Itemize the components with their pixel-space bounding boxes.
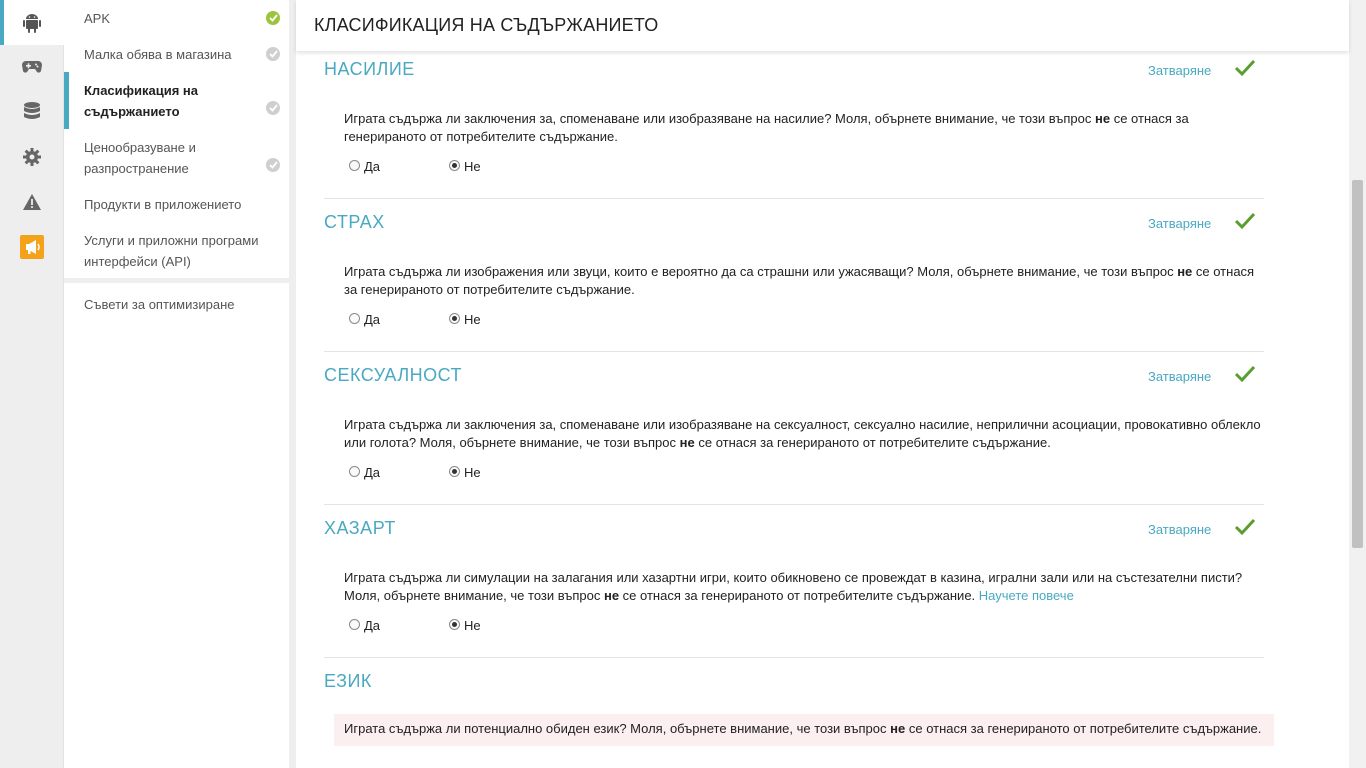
main-content: КЛАСИФИКАЦИЯ НА СЪДЪРЖАНИЕТО НАСИЛИЕ Зат… [296,0,1349,768]
rail-item-alerts[interactable] [0,179,64,224]
radio-circle[interactable] [449,313,460,324]
rail-item-services[interactable] [0,89,64,134]
sidebar-item-apk[interactable]: APK [64,0,289,36]
radio-no[interactable]: Не [449,618,481,633]
nav-group: APK Малка обява в магазина Класификация … [64,0,289,283]
radio-circle[interactable] [449,619,460,630]
collapse-link[interactable]: Затваряне [1148,369,1211,384]
section-title: СТРАХ [324,212,385,232]
question-text: Играта съдържа ли симулации на залагания… [344,570,1243,603]
section-gambling: ХАЗАРТ Затваряне Играта съдържа ли симул… [324,505,1264,658]
sidebar-item-store-listing[interactable]: Малка обява в магазина [64,36,289,72]
question-text: Играта съдържа ли заключения за, спомена… [344,111,1189,144]
sidebar-item-in-app-products[interactable]: Продукти в приложението [64,186,289,222]
icon-rail [0,0,64,768]
rail-item-promote[interactable] [0,224,64,269]
complete-check-icon [266,11,280,25]
check-icon [266,158,280,172]
database-icon [24,101,40,122]
checkmark-icon [1234,365,1256,388]
rail-item-settings[interactable] [0,134,64,179]
section-title: СЕКСУАЛНОСТ [324,365,463,385]
collapse-link[interactable]: Затваряне [1148,522,1211,537]
sidebar-item-services-apis[interactable]: Услуги и приложни програми интерфейси (A… [64,222,289,274]
gamepad-icon [22,60,42,74]
sidebar-item-label: Класификация на съдържанието [84,83,199,119]
radio-yes[interactable]: Да [349,465,380,480]
sidebar-item-label: Малка обява в магазина [84,47,232,62]
rail-item-android[interactable] [0,0,64,45]
learn-more-link[interactable]: Научете повече [979,588,1074,603]
section-title: ХАЗАРТ [324,518,396,538]
warning-icon [23,193,41,210]
android-icon [23,13,41,33]
collapse-link[interactable]: Затваряне [1148,216,1211,231]
checkmark-icon [1234,59,1256,82]
radio-no[interactable]: Не [449,312,481,327]
page-header: КЛАСИФИКАЦИЯ НА СЪДЪРЖАНИЕТО [296,0,1349,51]
page-title: КЛАСИФИКАЦИЯ НА СЪДЪРЖАНИЕТО [314,15,659,35]
sidebar-item-label: Услуги и приложни програми интерфейси (A… [84,233,259,269]
radio-circle[interactable] [349,313,360,324]
gear-icon [23,147,41,166]
section-violence: НАСИЛИЕ Затваряне Играта съдържа ли закл… [324,51,1264,199]
radio-circle[interactable] [449,466,460,477]
section-fear: СТРАХ Затваряне Играта съдържа ли изобра… [324,199,1264,352]
scrollbar-thumb[interactable] [1352,180,1363,548]
section-title: НАСИЛИЕ [324,59,415,79]
radio-circle[interactable] [449,160,460,171]
scrollbar[interactable] [1349,0,1366,768]
sidebar-item-optimization-tips[interactable]: Съвети за оптимизиране [64,283,289,312]
sidebar-item-content-rating[interactable]: Класификация на съдържанието [64,72,289,129]
section-title: ЕЗИК [324,671,372,691]
radio-circle[interactable] [349,160,360,171]
radio-yes[interactable]: Да [349,312,380,327]
radio-yes[interactable]: Да [349,618,380,633]
radio-no[interactable]: Не [449,159,481,174]
question-text: Играта съдържа ли заключения за, спомена… [344,417,1261,450]
question-text: Играта съдържа ли изображения или звуци,… [344,264,1255,297]
check-icon [266,101,280,115]
questionnaire: НАСИЛИЕ Затваряне Играта съдържа ли закл… [324,51,1274,768]
sidebar-item-label: Ценообразуване и разпространение [84,140,196,176]
check-icon [266,47,280,61]
megaphone-icon [20,234,44,259]
section-sexuality: СЕКСУАЛНОСТ Затваряне Играта съдържа ли … [324,352,1264,505]
sidebar-item-pricing[interactable]: Ценообразуване и разпространение [64,129,289,186]
rail-item-games[interactable] [0,44,64,89]
radio-no[interactable]: Не [449,465,481,480]
checkmark-icon [1234,212,1256,235]
collapse-link[interactable]: Затваряне [1148,63,1211,78]
sidebar-item-label: APK [84,11,111,26]
radio-yes[interactable]: Да [349,159,380,174]
sidebar-item-label: Съвети за оптимизиране [84,297,235,312]
section-language: ЕЗИК Играта съдържа ли потенциално обиде… [324,658,1274,768]
sidebar-nav: APK Малка обява в магазина Класификация … [64,0,289,768]
radio-circle[interactable] [349,466,360,477]
checkmark-icon [1234,518,1256,541]
unanswered-question-box: Играта съдържа ли потенциално обиден ези… [334,714,1274,746]
sidebar-item-label: Продукти в приложението [84,197,242,212]
radio-circle[interactable] [349,619,360,630]
